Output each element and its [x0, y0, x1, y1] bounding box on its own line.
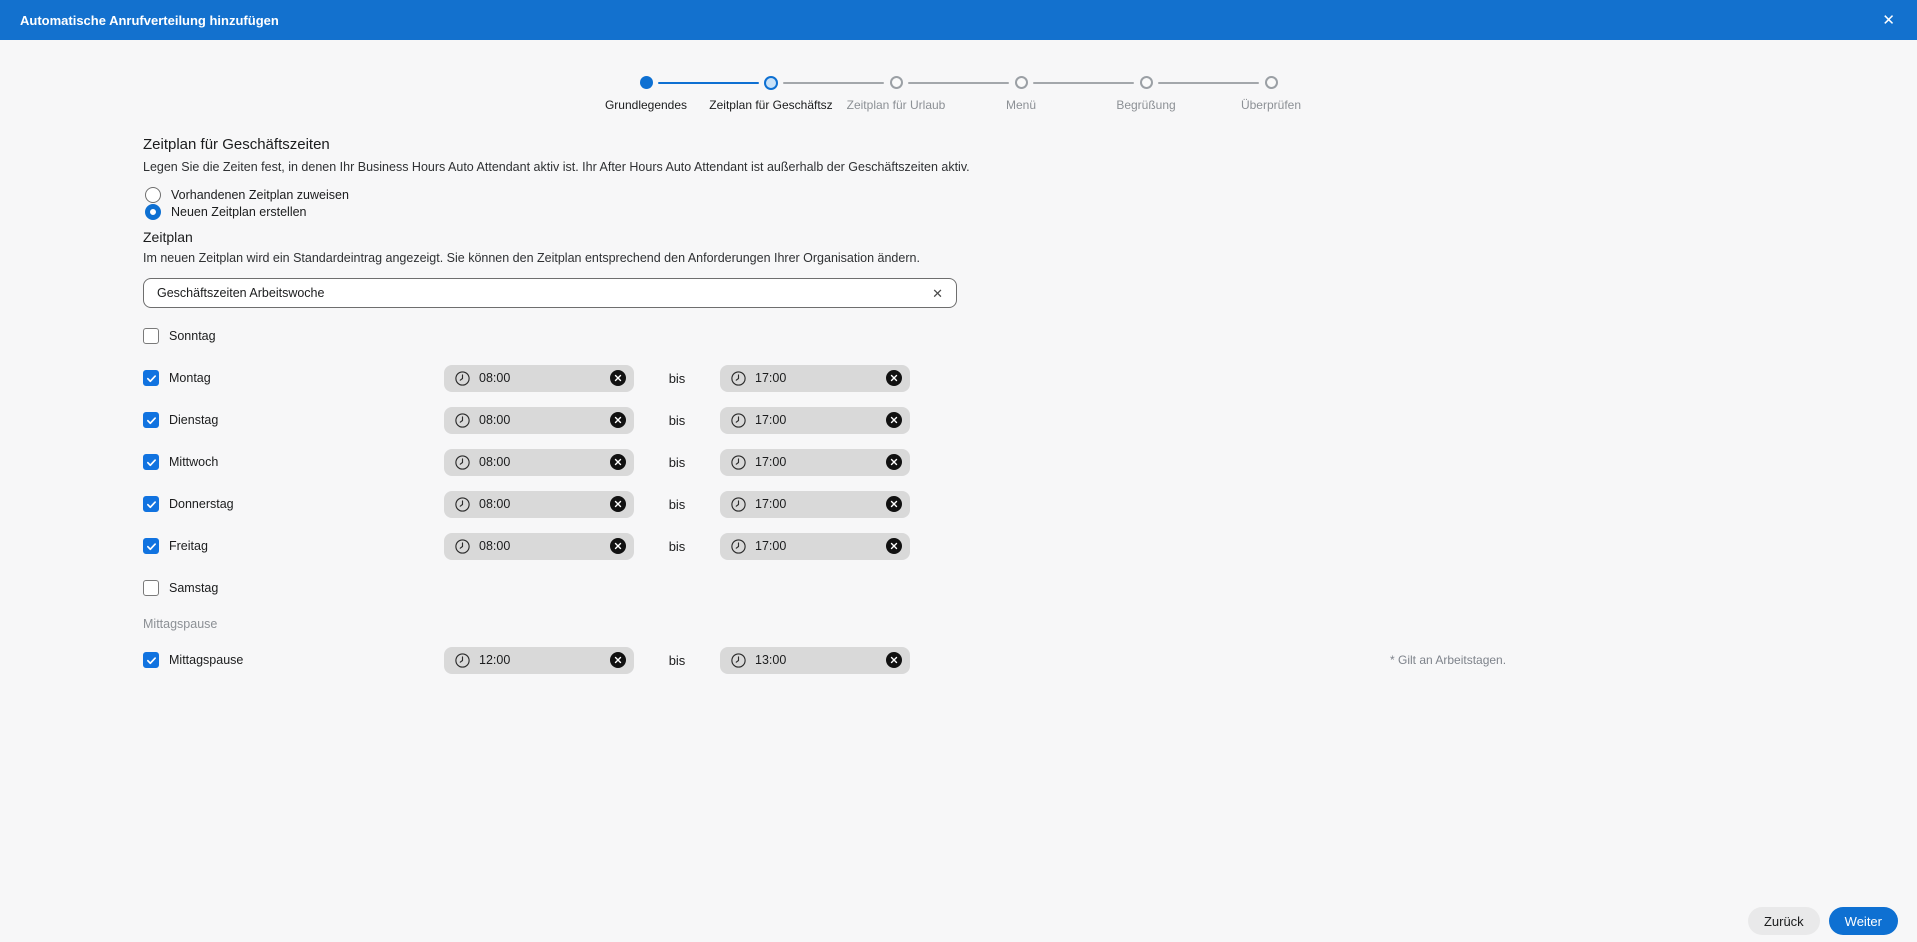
end-time-input[interactable]: 17:00: [720, 533, 910, 560]
radio-icon[interactable]: [145, 187, 161, 203]
bis-label: bis: [634, 371, 720, 386]
clock-icon: [454, 652, 471, 669]
lunch-note: * Gilt an Arbeitstagen.: [1390, 653, 1506, 667]
clear-time-icon[interactable]: [886, 370, 902, 386]
back-button[interactable]: Zurück: [1748, 907, 1820, 935]
schedule-radio-group: Vorhandenen Zeitplan zuweisen Neuen Zeit…: [145, 186, 349, 220]
clock-icon: [454, 370, 471, 387]
schedule-name-input[interactable]: [157, 286, 932, 300]
clear-time-icon[interactable]: [886, 538, 902, 554]
clock-icon: [730, 496, 747, 513]
bis-label: bis: [634, 539, 720, 554]
schedule-title: Zeitplan: [143, 229, 920, 245]
step-2-indicator[interactable]: [764, 76, 778, 90]
end-time-input[interactable]: 17:00: [720, 365, 910, 392]
start-time-input[interactable]: 12:00: [444, 647, 634, 674]
radio-icon[interactable]: [145, 204, 161, 220]
bis-label: bis: [634, 497, 720, 512]
step-1-label[interactable]: Grundlegendes: [605, 98, 687, 112]
step-1-indicator[interactable]: [640, 76, 653, 89]
step-3-indicator[interactable]: [890, 76, 903, 89]
radio-option-1[interactable]: Vorhandenen Zeitplan zuweisen: [145, 186, 349, 203]
step-5-indicator[interactable]: [1140, 76, 1153, 89]
checkbox-montag[interactable]: [143, 370, 159, 386]
section-heading: Zeitplan für Geschäftszeiten Legen Sie d…: [143, 136, 970, 174]
checkbox-dienstag[interactable]: [143, 412, 159, 428]
next-button[interactable]: Weiter: [1829, 907, 1898, 935]
end-time-input[interactable]: 13:00: [720, 647, 910, 674]
schedule-heading: Zeitplan Im neuen Zeitplan wird ein Stan…: [143, 229, 920, 265]
clear-time-icon[interactable]: [610, 370, 626, 386]
checkbox-donnerstag[interactable]: [143, 496, 159, 512]
end-time-input[interactable]: 17:00: [720, 449, 910, 476]
checkbox-samstag[interactable]: [143, 580, 159, 596]
schedule-description: Im neuen Zeitplan wird ein Standardeintr…: [143, 251, 920, 265]
step-4-indicator[interactable]: [1015, 76, 1028, 89]
step-6-indicator[interactable]: [1265, 76, 1278, 89]
bis-label: bis: [634, 413, 720, 428]
row-freitag: Freitag 08:00 bis 17:00: [143, 525, 1703, 567]
clock-icon: [454, 454, 471, 471]
clear-time-icon[interactable]: [886, 412, 902, 428]
row-montag: Montag 08:00 bis 17:00: [143, 357, 1703, 399]
checkbox-sonntag[interactable]: [143, 328, 159, 344]
section-title: Zeitplan für Geschäftszeiten: [143, 136, 970, 153]
bis-label: bis: [634, 653, 720, 668]
start-time-input[interactable]: 08:00: [444, 407, 634, 434]
bis-label: bis: [634, 455, 720, 470]
start-time-input[interactable]: 08:00: [444, 365, 634, 392]
step-4-label[interactable]: Menü: [1006, 98, 1036, 112]
clock-icon: [730, 652, 747, 669]
schedule-rows: Sonntag Montag 08:00 bis 17:00: [143, 315, 1703, 681]
step-3-label[interactable]: Zeitplan für Urlaub: [847, 98, 946, 112]
clock-icon: [454, 538, 471, 555]
checkbox-freitag[interactable]: [143, 538, 159, 554]
row-samstag: Samstag: [143, 567, 1703, 609]
wizard-footer: Zurück Weiter: [1748, 907, 1898, 935]
row-dienstag: Dienstag 08:00 bis 17:00: [143, 399, 1703, 441]
checkbox-mittwoch[interactable]: [143, 454, 159, 470]
clear-time-icon[interactable]: [610, 538, 626, 554]
clock-icon: [730, 370, 747, 387]
row-mittagspause: Mittagspause 12:00 bis 13:00 * Gilt an A…: [143, 639, 1703, 681]
step-5-label[interactable]: Begrüßung: [1116, 98, 1175, 112]
row-donnerstag: Donnerstag 08:00 bis 17:00: [143, 483, 1703, 525]
lunch-section-label: Mittagspause: [143, 609, 1703, 639]
modal-titlebar: Automatische Anrufverteilung hinzufügen …: [0, 0, 1917, 40]
clear-time-icon[interactable]: [610, 496, 626, 512]
row-sonntag: Sonntag: [143, 315, 1703, 357]
radio-option-2[interactable]: Neuen Zeitplan erstellen: [145, 203, 349, 220]
clock-icon: [730, 454, 747, 471]
step-2-label[interactable]: Zeitplan für Geschäftsz: [709, 98, 832, 112]
clock-icon: [454, 496, 471, 513]
clear-time-icon[interactable]: [610, 412, 626, 428]
clear-time-icon[interactable]: [610, 454, 626, 470]
start-time-input[interactable]: 08:00: [444, 491, 634, 518]
end-time-input[interactable]: 17:00: [720, 407, 910, 434]
clock-icon: [730, 538, 747, 555]
clear-time-icon[interactable]: [886, 496, 902, 512]
clear-time-icon[interactable]: [886, 652, 902, 668]
clear-time-icon[interactable]: [610, 652, 626, 668]
schedule-name-field[interactable]: ✕: [143, 278, 957, 308]
close-icon[interactable]: ✕: [1882, 13, 1895, 28]
wizard-stepper: Grundlegendes Zeitplan für Geschäftsz Ze…: [584, 76, 1334, 112]
start-time-input[interactable]: 08:00: [444, 533, 634, 560]
clock-icon: [454, 412, 471, 429]
row-mittwoch: Mittwoch 08:00 bis 17:00: [143, 441, 1703, 483]
start-time-input[interactable]: 08:00: [444, 449, 634, 476]
checkbox-mittagspause[interactable]: [143, 652, 159, 668]
clock-icon: [730, 412, 747, 429]
section-description: Legen Sie die Zeiten fest, in denen Ihr …: [143, 160, 970, 174]
page-title: Automatische Anrufverteilung hinzufügen: [20, 13, 279, 28]
end-time-input[interactable]: 17:00: [720, 491, 910, 518]
clear-time-icon[interactable]: [886, 454, 902, 470]
step-6-label[interactable]: Überprüfen: [1241, 98, 1301, 112]
step-6[interactable]: Überprüfen: [1209, 76, 1334, 112]
clear-input-icon[interactable]: ✕: [932, 287, 943, 300]
